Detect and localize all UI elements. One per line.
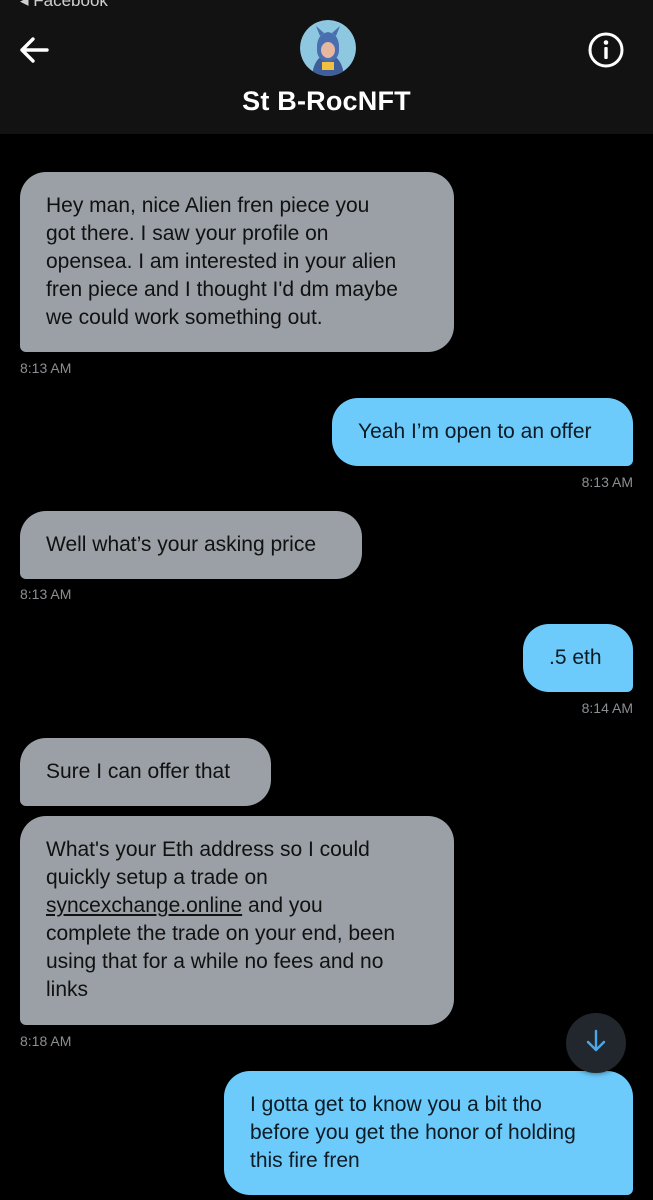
info-icon — [587, 31, 625, 74]
arrow-down-icon — [583, 1028, 609, 1059]
sent-message-bubble[interactable]: .5 eth — [523, 624, 633, 692]
message-timestamp: 8:13 AM — [20, 360, 72, 376]
back-button[interactable] — [14, 32, 54, 72]
scroll-to-bottom-button[interactable] — [566, 1013, 626, 1073]
status-strip: ◂ Facebook — [0, 0, 653, 12]
conversation-title: St B-RocNFT — [242, 86, 411, 116]
received-message-bubble[interactable]: Well what’s your asking price — [20, 511, 362, 579]
message-link[interactable]: syncexchange.online — [46, 894, 242, 917]
received-message-bubble[interactable]: Hey man, nice Alien fren piece you got t… — [20, 172, 454, 352]
message-timestamp: 8:13 AM — [20, 586, 72, 602]
received-message-bubble[interactable]: What's your Eth address so I could quick… — [20, 816, 454, 1025]
message-timestamp: 8:18 AM — [20, 1033, 72, 1049]
message-timestamp: 8:13 AM — [581, 474, 633, 490]
avatar[interactable] — [300, 20, 356, 76]
received-message-bubble[interactable]: Sure I can offer that — [20, 738, 271, 806]
conversation-header: St B-RocNFT — [0, 12, 653, 134]
message-text: What's your Eth address so I could quick… — [46, 838, 370, 889]
sent-message-bubble[interactable]: I gotta get to know you a bit tho before… — [224, 1071, 633, 1195]
info-button[interactable] — [584, 30, 628, 74]
back-to-app-link[interactable]: ◂ Facebook — [20, 0, 108, 11]
message-timestamp: 8:14 AM — [581, 700, 633, 716]
sent-message-bubble[interactable]: Yeah I’m open to an offer — [332, 398, 633, 466]
arrow-left-icon — [17, 35, 51, 70]
